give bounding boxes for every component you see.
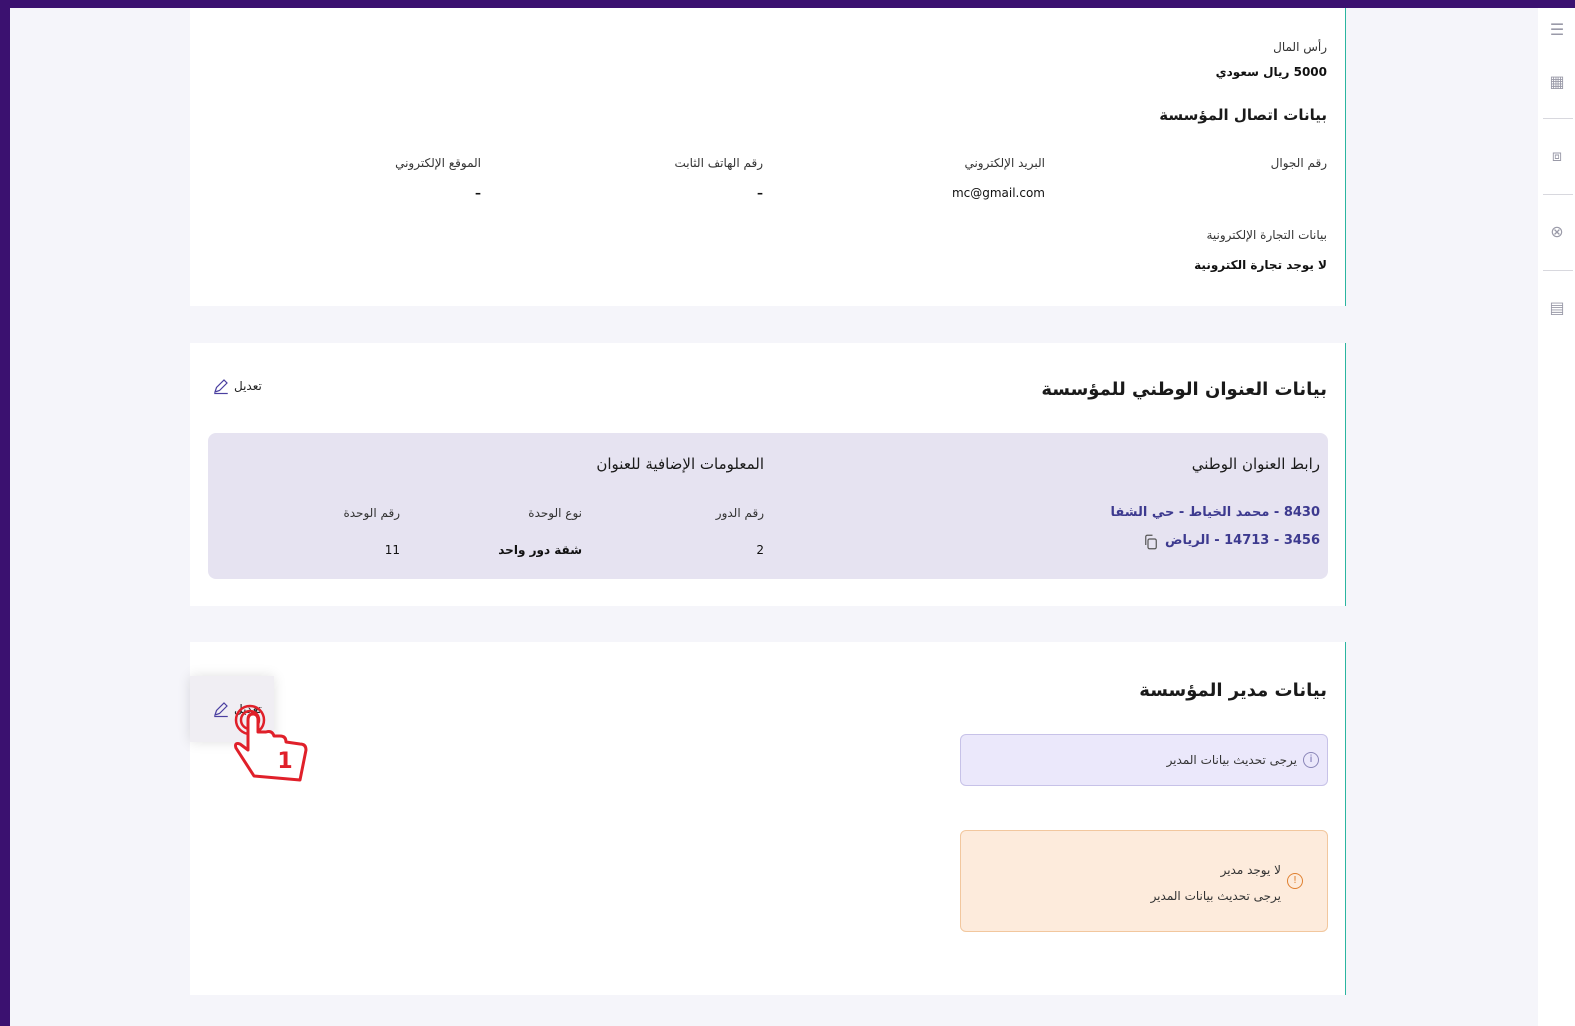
rail-divider: [1543, 270, 1573, 271]
info-icon: i: [1303, 752, 1319, 768]
email-label: البريد الإلكتروني: [964, 156, 1045, 170]
extra-info-title: المعلومات الإضافية للعنوان: [596, 455, 764, 473]
edit-label: تعديل: [234, 379, 262, 393]
address-section-title: بيانات العنوان الوطني للمؤسسة: [1041, 379, 1327, 400]
unit-number-label: رقم الوحدة: [343, 506, 400, 520]
unit-type-label: نوع الوحدة: [528, 506, 582, 520]
unit-type-value: شقة دور واحد: [498, 543, 582, 557]
manager-card: بيانات مدير المؤسسة تعديل i يرجى تحديث ب…: [190, 642, 1346, 995]
pencil-icon: [214, 379, 228, 395]
ecommerce-value: لا يوجد تجارة الكترونية: [1194, 258, 1327, 272]
side-rail: ☰ ▦ ⧈ ⊗ ▤: [1538, 8, 1575, 1026]
warning-icon: !: [1287, 873, 1303, 889]
national-address-card: بيانات العنوان الوطني للمؤسسة تعديل رابط…: [190, 343, 1346, 606]
website-label: الموقع الإلكتروني: [395, 156, 481, 170]
building-icon[interactable]: ▦: [1547, 72, 1567, 92]
phone-label: رقم الهاتف الثابت: [674, 156, 763, 170]
floor-label: رقم الدور: [715, 506, 764, 520]
info-notice-text: يرجى تحديث بيانات المدير: [1166, 753, 1297, 767]
website-value: –: [475, 186, 481, 200]
phone-value: –: [757, 186, 763, 200]
unit-number-value: 11: [384, 543, 400, 557]
copy-icon[interactable]: [1142, 533, 1160, 551]
rail-divider: [1543, 194, 1573, 195]
mobile-label: رقم الجوال: [1270, 156, 1327, 170]
capital-value: 5000 ريال سعودي: [1215, 65, 1327, 79]
warning-notice: ! لا يوجد مدير يرجى تحديث بيانات المدير: [960, 830, 1328, 932]
document-check-icon[interactable]: ▤: [1547, 298, 1567, 318]
contact-section-title: بيانات اتصال المؤسسة: [1159, 106, 1327, 124]
tap-pointer-icon: 1: [234, 704, 308, 782]
address-edit-button[interactable]: تعديل: [212, 377, 262, 395]
menu-icon[interactable]: ☰: [1547, 20, 1567, 40]
close-circle-icon[interactable]: ⊗: [1547, 222, 1567, 242]
info-notice: i يرجى تحديث بيانات المدير: [960, 734, 1328, 786]
floor-value: 2: [756, 543, 764, 557]
address-link-line2[interactable]: 3456 - 14713 - الرياض: [1165, 533, 1320, 548]
manager-section-title: بيانات مدير المؤسسة: [1139, 680, 1327, 701]
address-link-line1[interactable]: 8430 - محمد الخياط - حي الشفا: [1111, 505, 1321, 520]
capital-label: رأس المال: [1273, 40, 1327, 54]
address-details-box: رابط العنوان الوطني 8430 - محمد الخياط -…: [208, 433, 1328, 579]
email-value: mc@gmail.com: [951, 186, 1045, 200]
briefcase-icon[interactable]: ⧈: [1547, 146, 1567, 166]
rail-divider: [1543, 118, 1573, 119]
ecommerce-label: بيانات التجارة الإلكترونية: [1206, 228, 1327, 242]
step-number: 1: [277, 749, 292, 774]
warning-notice-body: يرجى تحديث بيانات المدير: [1150, 889, 1281, 903]
address-link-title: رابط العنوان الوطني: [1191, 455, 1320, 473]
warning-notice-title: لا يوجد مدير: [1220, 863, 1281, 877]
company-info-card: رأس المال 5000 ريال سعودي بيانات اتصال ا…: [190, 8, 1346, 306]
